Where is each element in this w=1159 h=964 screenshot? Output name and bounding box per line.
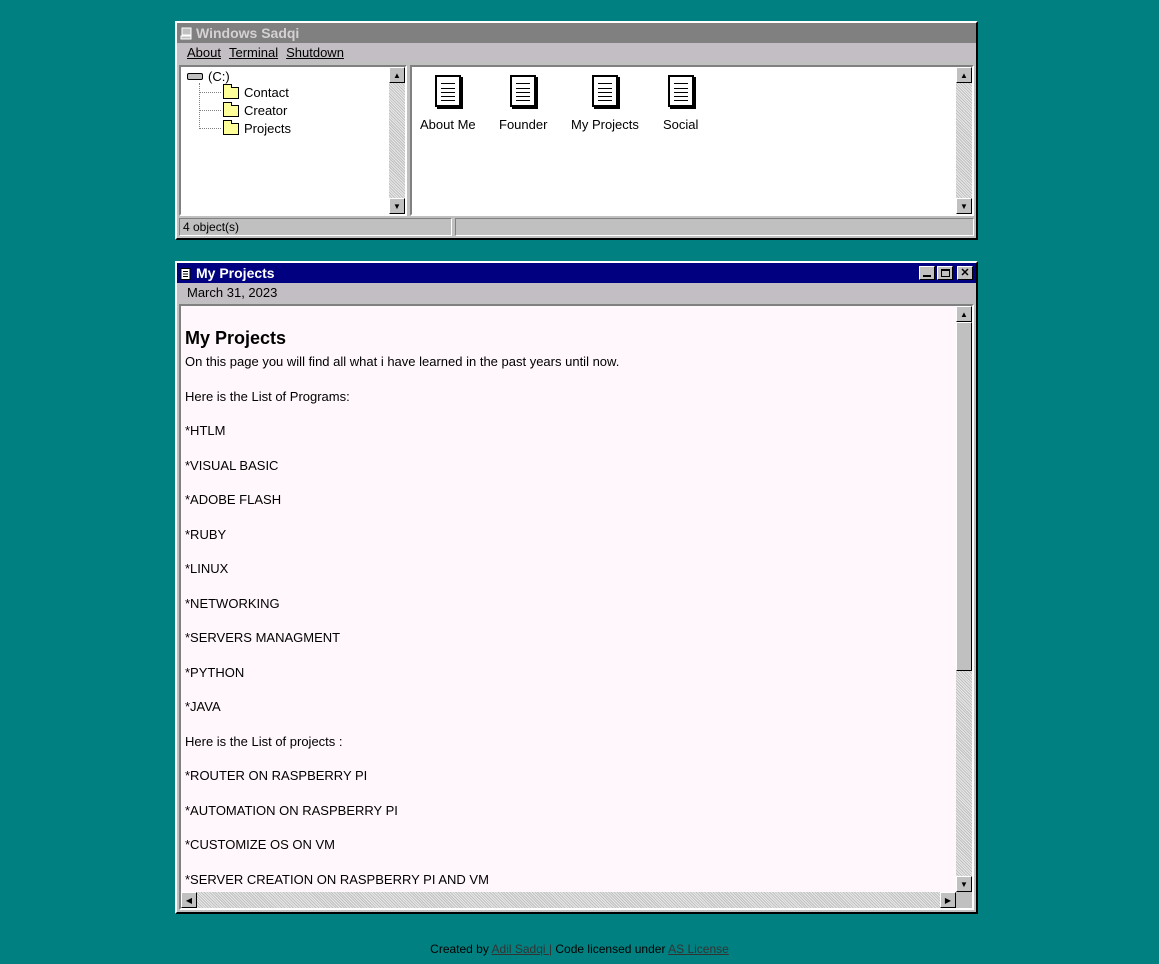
list-item: *VISUAL BASIC — [185, 457, 279, 473]
author-link[interactable]: Adil Sadqi | — [492, 942, 553, 956]
icon-view-scrollbar[interactable]: ▲ ▼ — [956, 67, 972, 214]
document-titlebar[interactable]: My Projects ✕ — [177, 263, 976, 283]
scroll-left-button[interactable]: ◀ — [181, 892, 197, 908]
folder-icon — [223, 101, 239, 117]
menu-terminal[interactable]: Terminal — [229, 45, 278, 60]
scroll-thumb[interactable] — [956, 322, 972, 671]
folder-tree: (C:) Contact Creator Projects ▲ ▼ — [179, 65, 407, 216]
menu-bar: About Terminal Shutdown — [177, 43, 976, 61]
status-object-count: 4 object(s) — [179, 218, 452, 236]
list-item: *LINUX — [185, 561, 229, 576]
list-item: *NETWORKING — [185, 595, 280, 611]
document-icon — [591, 75, 618, 107]
paragraph: Here is the List of projects : — [185, 733, 343, 749]
tree-item-label: Creator — [244, 103, 288, 118]
folder-icon — [223, 83, 239, 99]
menu-terminal-label: Terminal — [228, 44, 279, 60]
scrollbar-corner — [956, 892, 972, 908]
computer-icon — [180, 27, 192, 40]
footer-created-by: Created by — [430, 942, 489, 956]
drive-icon — [187, 73, 203, 80]
list-item: *AUTOMATION ON RASPBERRY PI — [185, 802, 398, 818]
scroll-right-button[interactable]: ▶ — [940, 892, 956, 908]
document-icon — [510, 75, 537, 107]
tree-scrollbar[interactable]: ▲ ▼ — [389, 67, 405, 214]
menu-about-label: About — [187, 44, 221, 60]
document-vertical-scrollbar[interactable]: ▲ ▼ — [956, 306, 972, 892]
scroll-up-button[interactable]: ▲ — [389, 67, 405, 83]
window-controls: ✕ — [919, 266, 973, 280]
close-icon: ✕ — [960, 266, 970, 279]
maximize-button[interactable] — [937, 266, 953, 280]
list-item: *RUBY — [185, 526, 227, 542]
status-bar: 4 object(s) — [179, 218, 974, 236]
list-item: *PYTHON — [185, 664, 245, 680]
icon-view: About Me Founder My Projects Social ▲ ▼ — [410, 65, 974, 216]
document-icon — [434, 75, 461, 107]
minimize-button[interactable] — [919, 266, 935, 280]
document-heading: My Projects — [185, 328, 287, 348]
document-window: My Projects ✕ March 31, 2023 My Projects… — [175, 261, 978, 914]
tree-connector — [199, 128, 221, 129]
maximize-icon — [940, 269, 950, 277]
explorer-window: Windows Sadqi About Terminal Shutdown (C… — [175, 21, 978, 240]
document-title: My Projects — [196, 265, 275, 281]
paragraph: On this page you will find all what i ha… — [185, 354, 620, 369]
tree-item-creator[interactable]: Creator — [199, 101, 288, 118]
document-horizontal-scrollbar[interactable]: ◀ ▶ — [181, 892, 972, 908]
scroll-up-button[interactable]: ▲ — [956, 67, 972, 83]
file-label: Founder — [499, 117, 548, 132]
file-my-projects[interactable]: My Projects — [571, 75, 639, 132]
explorer-title: Windows Sadqi — [196, 25, 300, 41]
status-empty-cell — [455, 218, 974, 236]
list-item: *CUSTOMIZE OS ON VM — [185, 837, 335, 852]
file-label: Social — [663, 117, 699, 132]
tree-item-projects[interactable]: Projects — [199, 119, 291, 136]
list-item: *ADOBE FLASH — [185, 492, 282, 507]
tree-item-label: Contact — [244, 85, 289, 100]
footer-licensed: Code licensed under — [555, 942, 666, 956]
menu-about[interactable]: About — [187, 45, 221, 60]
list-item: *JAVA — [185, 699, 221, 714]
license-link[interactable]: AS License — [668, 942, 729, 956]
list-item: *SERVER CREATION ON RASPBERRY PI AND VM — [185, 871, 489, 887]
minimize-icon — [923, 275, 931, 277]
tree-root-label: (C:) — [208, 69, 230, 84]
tree-root[interactable]: (C:) — [187, 69, 230, 84]
scroll-down-button[interactable]: ▼ — [389, 198, 405, 214]
folder-icon — [223, 119, 239, 135]
tree-item-label: Projects — [244, 121, 291, 136]
document-content: My Projects On this page you will find a… — [179, 304, 974, 910]
file-label: My Projects — [571, 117, 639, 132]
scroll-down-button[interactable]: ▼ — [956, 876, 972, 892]
menu-shutdown-label: Shutdown — [286, 44, 344, 60]
explorer-titlebar[interactable]: Windows Sadqi — [177, 23, 976, 43]
document-icon — [667, 75, 694, 107]
file-founder[interactable]: Founder — [499, 75, 547, 132]
tree-connector — [199, 110, 221, 111]
paragraph: Here is the List of Programs: — [185, 388, 350, 404]
list-item: *SERVERS MANAGMENT — [185, 630, 341, 645]
scroll-up-button[interactable]: ▲ — [956, 306, 972, 322]
menu-shutdown[interactable]: Shutdown — [286, 45, 344, 60]
scroll-down-button[interactable]: ▼ — [956, 198, 972, 214]
page-footer: Created by Adil Sadqi | Code licensed un… — [0, 942, 1159, 956]
notepad-icon — [180, 267, 192, 280]
file-social[interactable]: Social — [663, 75, 698, 132]
document-date: March 31, 2023 — [177, 283, 976, 302]
close-button[interactable]: ✕ — [957, 266, 973, 280]
file-about-me[interactable]: About Me — [420, 75, 476, 132]
document-text: My Projects On this page you will find a… — [181, 306, 972, 887]
explorer-panes: (C:) Contact Creator Projects ▲ ▼ About … — [179, 65, 974, 216]
tree-connector — [199, 92, 221, 93]
file-label: About Me — [420, 117, 476, 132]
list-item: *ROUTER ON RASPBERRY PI — [185, 768, 368, 783]
list-item: *HTLM — [185, 423, 226, 438]
tree-item-contact[interactable]: Contact — [199, 83, 289, 100]
